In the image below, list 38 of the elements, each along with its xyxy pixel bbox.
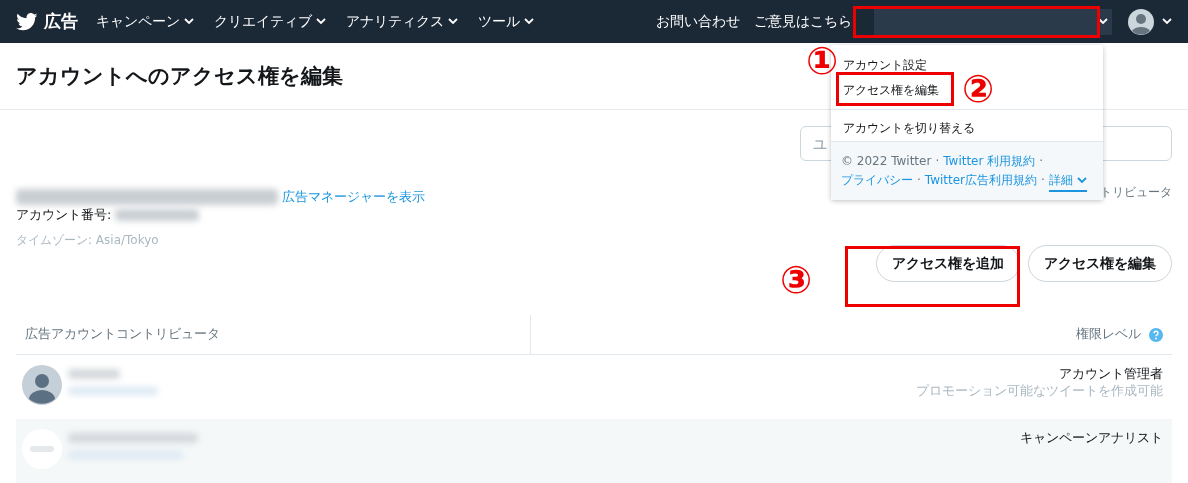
column-header: 権限レベル xyxy=(531,315,1172,354)
nav-menu[interactable]: ツール xyxy=(478,12,534,31)
avatar-icon[interactable] xyxy=(1128,8,1154,35)
chevron-down-icon xyxy=(316,18,326,25)
separator-dot: · xyxy=(935,153,940,170)
chevron-down-icon xyxy=(1076,177,1087,184)
add-access-button[interactable]: アクセス権を追加 xyxy=(876,245,1020,282)
chevron-down-icon xyxy=(448,18,458,25)
separator-dot: · xyxy=(917,172,921,189)
chevron-down-icon xyxy=(524,18,534,25)
nav-menu[interactable]: アナリティクス xyxy=(346,12,458,31)
edit-access-button[interactable]: アクセス権を編集 xyxy=(1028,245,1172,282)
column-header: 広告アカウントコントリビュータ xyxy=(16,315,531,354)
chevron-down-icon xyxy=(1098,18,1108,25)
nav-menu[interactable]: キャンペーン xyxy=(96,12,194,31)
step-number: ③ xyxy=(780,259,813,301)
separator-dot: · xyxy=(1039,153,1044,170)
chevron-down-icon xyxy=(184,18,194,25)
account-selector[interactable] xyxy=(874,8,1112,35)
nav-link[interactable]: ご意見はこちら xyxy=(754,12,852,31)
role-text: キャンペーンアナリスト xyxy=(1020,429,1163,447)
column-label: トリビュータ xyxy=(1100,184,1172,201)
separator-dot: · xyxy=(1041,172,1045,189)
account-number-label: アカウント番号: xyxy=(16,206,112,224)
copyright-text: © 2022 Twitter xyxy=(841,153,932,170)
blurred-text xyxy=(68,369,120,379)
menu-item[interactable]: アカウントを切り替える xyxy=(835,116,983,141)
nav-link[interactable]: お問い合わせ xyxy=(656,12,740,31)
chevron-down-icon xyxy=(1162,18,1172,25)
avatar-icon xyxy=(22,365,62,405)
role-text: アカウント管理者 xyxy=(1059,365,1163,383)
nav-menu[interactable]: クリエイティブ xyxy=(214,12,326,31)
avatar-icon xyxy=(22,429,62,469)
ads-logo-text[interactable]: 広告 xyxy=(44,10,78,33)
role-description: プロモーション可能なツイートを作成可能 xyxy=(916,383,1163,400)
bird-logo-icon[interactable] xyxy=(16,12,38,31)
timezone-text: タイムゾーン: Asia/Tokyo xyxy=(16,232,160,249)
step-number: ② xyxy=(962,68,995,110)
